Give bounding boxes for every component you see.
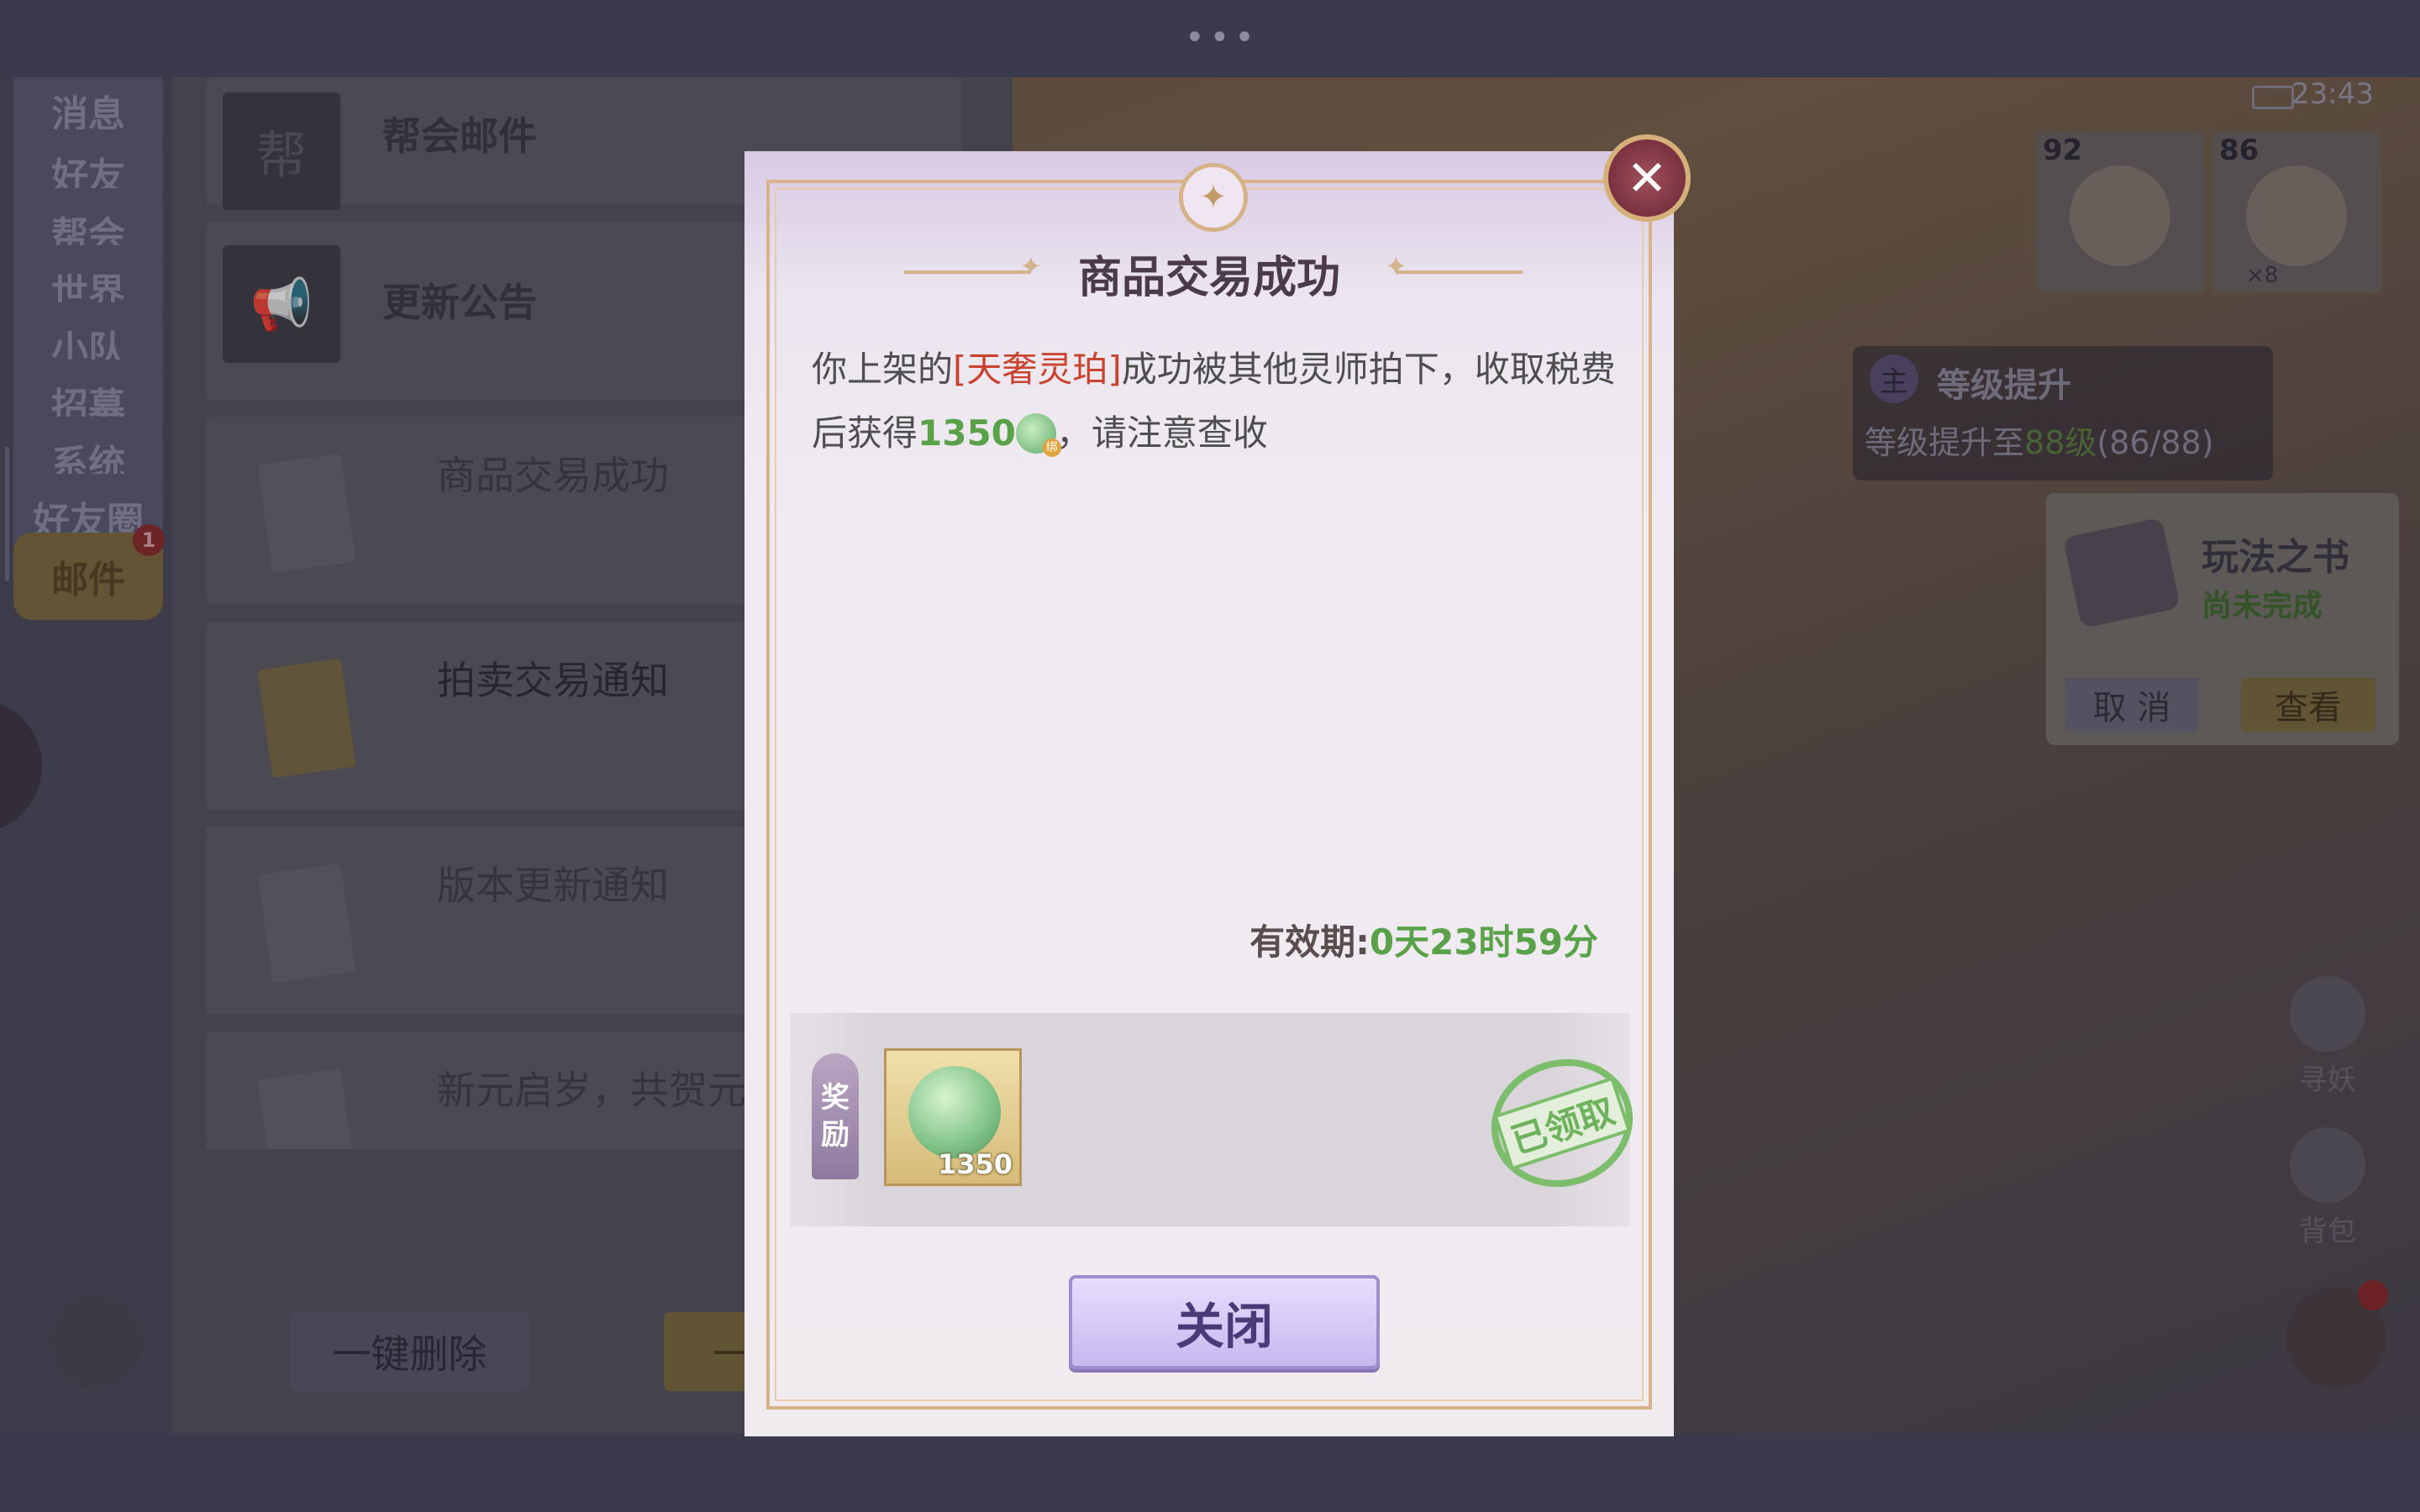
dialog-message: 你上架的[天奢灵珀]成功被其他灵师拍下，收取税费后获得1350，请注意查收 bbox=[812, 338, 1618, 465]
reward-tag: 奖 励 bbox=[812, 1053, 859, 1179]
reward-tag-char: 励 bbox=[821, 1118, 850, 1152]
close-x-icon[interactable]: ✕ bbox=[1603, 134, 1691, 222]
item-name-link[interactable]: [天奢灵珀] bbox=[953, 349, 1122, 390]
reward-bar: 奖 励 1350 已领取 bbox=[790, 1013, 1650, 1226]
more-dots-icon[interactable]: ••• bbox=[1185, 18, 1260, 57]
jade-currency-icon bbox=[908, 1066, 1001, 1158]
message-suffix: ，请注意查收 bbox=[1055, 412, 1268, 454]
reward-tag-char: 奖 bbox=[821, 1081, 850, 1115]
reward-quantity: 1350 bbox=[937, 1148, 1013, 1180]
validity-value: 0天23时59分 bbox=[1369, 921, 1598, 963]
window-top-bar: ••• bbox=[0, 0, 2420, 77]
star-emblem-icon: ✦ bbox=[1179, 163, 1248, 232]
validity-period: 有效期:0天23时59分 bbox=[1249, 914, 1598, 965]
validity-label: 有效期: bbox=[1249, 921, 1370, 963]
window-bottom-bar bbox=[0, 1433, 2420, 1512]
bound-currency-icon bbox=[1015, 413, 1061, 457]
claimed-stamp-text: 已领取 bbox=[1492, 1076, 1631, 1170]
dialog-title: 商品交易成功 bbox=[1077, 253, 1340, 303]
trade-success-dialog: ✦ 商品交易成功 你上架的[天奢灵珀]成功被其他灵师拍下，收取税费后获得1350… bbox=[744, 151, 1674, 1436]
close-button[interactable]: 关闭 bbox=[1069, 1275, 1380, 1369]
claimed-stamp: 已领取 bbox=[1474, 1041, 1650, 1205]
message-prefix: 你上架的 bbox=[812, 349, 954, 390]
reward-item-slot[interactable]: 1350 bbox=[884, 1048, 1022, 1186]
amount-value: 1350 bbox=[918, 412, 1016, 454]
